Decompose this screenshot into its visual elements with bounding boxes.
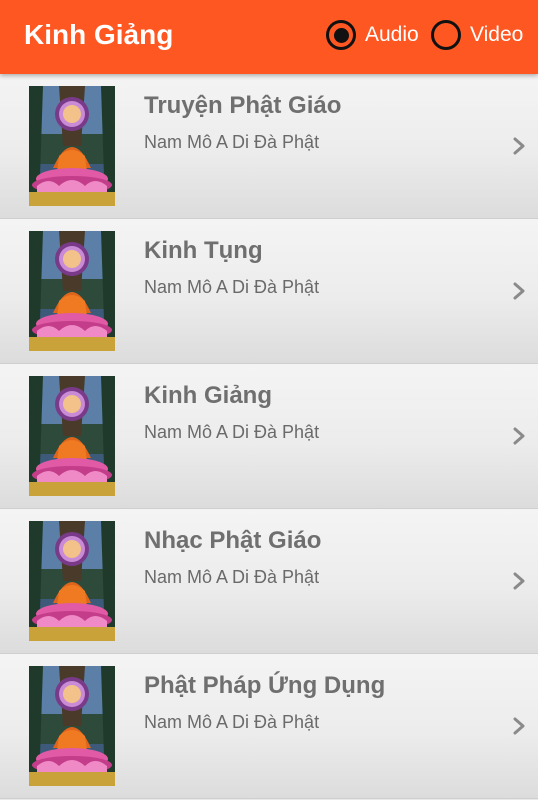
buddha-thumbnail-icon [29,231,115,351]
buddha-thumbnail-icon [29,666,115,786]
buddha-thumbnail-icon [29,376,115,496]
item-subtitle: Nam Mô A Di Đà Phật [144,277,320,297]
category-list: Truyện Phật Giáo Nam Mô A Di Đà Phật Kin… [0,74,538,799]
chevron-right-icon [511,572,527,590]
item-subtitle: Nam Mô A Di Đà Phật [144,712,320,732]
radio-selected-dot [333,27,349,43]
item-title: Phật Pháp Ứng Dụng [144,672,386,699]
chevron-right-icon [511,282,527,300]
list-item[interactable]: Kinh Tụng Nam Mô A Di Đà Phật [0,219,538,364]
video-radio-label[interactable]: Video [470,22,523,48]
list-item[interactable]: Truyện Phật Giáo Nam Mô A Di Đà Phật [0,74,538,219]
list-item[interactable]: Kinh Giảng Nam Mô A Di Đà Phật [0,364,538,509]
chevron-right-icon [511,717,527,735]
item-subtitle: Nam Mô A Di Đà Phật [144,422,320,442]
app-title: Kinh Giảng [24,19,174,50]
audio-radio-option[interactable]: Audio [326,19,419,51]
audio-radio-label[interactable]: Audio [365,22,419,48]
list-item[interactable]: Nhạc Phật Giáo Nam Mô A Di Đà Phật [0,509,538,654]
audio-radio-button[interactable] [326,20,356,50]
item-subtitle: Nam Mô A Di Đà Phật [144,132,320,152]
item-title: Truyện Phật Giáo [144,92,342,119]
video-radio-option[interactable]: Video [431,19,523,51]
list-item[interactable]: Phật Pháp Ứng Dụng Nam Mô A Di Đà Phật [0,654,538,799]
chevron-right-icon [511,137,527,155]
item-title: Kinh Giảng [144,382,272,409]
item-title: Nhạc Phật Giáo [144,527,322,554]
video-radio-button[interactable] [431,20,461,50]
app-bar: Kinh Giảng Audio Video [0,0,538,74]
item-subtitle: Nam Mô A Di Đà Phật [144,567,320,587]
item-title: Kinh Tụng [144,237,263,264]
chevron-right-icon [511,427,527,445]
buddha-thumbnail-icon [29,521,115,641]
buddha-thumbnail-icon [29,86,115,206]
